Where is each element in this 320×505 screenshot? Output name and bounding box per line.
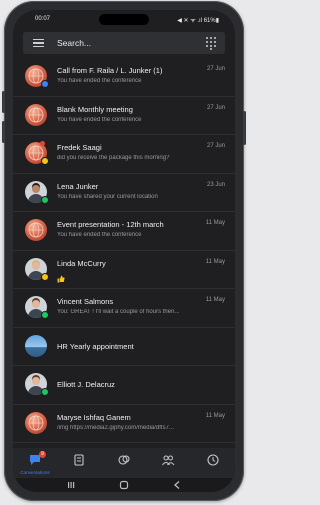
conference-avatar	[25, 219, 47, 241]
conversation-title: Fredek Saagi	[57, 143, 102, 152]
presence-badge	[41, 311, 49, 319]
conversation-date: 27 Jun	[206, 104, 225, 111]
status-bar: 00:07 ◀ ✕ ᯤ .ıl 61%▮	[13, 10, 235, 28]
phone-frame: 00:07 ◀ ✕ ᯤ .ıl 61%▮ Search... Call from…	[2, 1, 246, 501]
conversation-preview: You have shared your current location	[57, 193, 158, 200]
dialpad-icon[interactable]	[206, 37, 217, 50]
conversation-title: Call from F. Raila / L. Junker (1)	[57, 66, 163, 75]
conversation-preview: You: GREAT ! I'll wait a couple of hours…	[57, 309, 180, 315]
conversation-title: Blank Monthly meeting	[57, 104, 133, 114]
back-nav-icon[interactable]	[169, 480, 185, 490]
group-avatar	[25, 334, 47, 357]
conversation-row[interactable]: Blank Monthly meeting 27 Jun You have ende…	[13, 97, 235, 135]
tab-history[interactable]	[191, 452, 235, 478]
tab-label: Conversations	[20, 470, 50, 475]
conversation-row[interactable]: Fredek Saagi 27 Jun did you receive the pa…	[13, 135, 235, 174]
conversation-date: 11 May	[205, 297, 225, 303]
conversation-preview: You have ended the conference	[57, 116, 142, 123]
conversation-preview: did you receive the package this morning…	[57, 155, 170, 161]
conversation-preview: /img https://media2.giphy.com/media/dfts…	[57, 424, 174, 431]
thumbs-up-icon	[57, 270, 65, 282]
conversation-date: 27 Jun	[206, 143, 225, 149]
conversation-title: Maryse Ishfaq Ganem	[57, 412, 131, 422]
tab-conversations[interactable]: 9 Conversations	[13, 451, 57, 478]
conversation-title: Lena Junker	[57, 181, 99, 191]
conversation-row[interactable]: Call from F. Raila / L. Junker (1) 27 Jun…	[13, 58, 235, 97]
dynamic-island	[99, 14, 149, 25]
calls-icon	[118, 455, 130, 465]
unread-indicator	[40, 141, 45, 146]
search-input[interactable]: Search...	[57, 38, 91, 48]
conversation-row[interactable]: Maryse Ishfaq Ganem 11 May/img https://me…	[13, 405, 235, 443]
conversation-row[interactable]: Elliott J. Delacruz	[13, 366, 235, 405]
conversation-preview: You have ended the conference	[57, 232, 142, 238]
conversation-preview: You have ended the conference	[57, 78, 142, 84]
home-nav-icon[interactable]	[116, 480, 132, 490]
screen: 00:07 ◀ ✕ ᯤ .ıl 61%▮ Search... Call from…	[13, 10, 235, 492]
conversation-row[interactable]: HR Yearly appointment	[13, 328, 235, 366]
notes-icon	[74, 454, 84, 466]
presence-badge	[41, 388, 49, 396]
conference-avatar	[25, 411, 47, 434]
volume-down-button	[2, 121, 5, 143]
conversation-title: Linda McCurry	[57, 258, 106, 268]
contacts-icon	[162, 455, 175, 466]
conversation-row[interactable]: Linda McCurry 11 May	[13, 251, 235, 289]
conversation-date: 27 Jun	[206, 66, 225, 72]
conversation-date: 23 Jun	[206, 181, 225, 188]
hamburger-menu-icon[interactable]	[33, 39, 44, 48]
presence-badge	[41, 195, 49, 204]
conversation-title: Vincent Salmons	[57, 297, 114, 306]
conversation-title: HR Yearly appointment	[57, 341, 134, 351]
presence-badge	[41, 80, 49, 88]
conversation-date: 11 May	[205, 412, 225, 419]
unread-count-badge: 9	[39, 451, 46, 458]
conversation-date: 11 May	[205, 258, 225, 265]
presence-badge	[41, 272, 49, 281]
tab-calls[interactable]	[102, 452, 146, 478]
bottom-tab-bar: 9 Conversations	[13, 448, 235, 478]
android-nav-bar	[13, 478, 235, 492]
conversation-row[interactable]: Lena Junker 23 Jun You have shared your cu…	[13, 174, 235, 212]
recents-nav-icon[interactable]	[63, 480, 79, 490]
search-bar[interactable]: Search...	[23, 32, 225, 54]
conversation-list: Call from F. Raila / L. Junker (1) 27 Jun…	[13, 58, 235, 443]
history-icon	[207, 454, 219, 466]
conversation-title: Elliott J. Delacruz	[57, 380, 115, 389]
conference-avatar	[25, 103, 47, 126]
conversation-date: 11 May	[205, 220, 225, 226]
status-icons: ◀ ✕ ᯤ .ıl 61%▮	[177, 18, 219, 24]
conversation-row[interactable]: Event presentation - 12th march 11 May You…	[13, 212, 235, 251]
power-button	[243, 111, 246, 145]
status-time: 00:07	[35, 16, 51, 22]
volume-up-button	[2, 91, 5, 113]
tab-contacts[interactable]	[146, 452, 190, 478]
presence-badge	[41, 157, 49, 165]
conversation-title: Event presentation - 12th march	[57, 220, 164, 229]
tab-notes[interactable]	[57, 452, 101, 478]
conversation-row[interactable]: Vincent Salmons 11 May You: GREAT ! I'll w…	[13, 289, 235, 328]
